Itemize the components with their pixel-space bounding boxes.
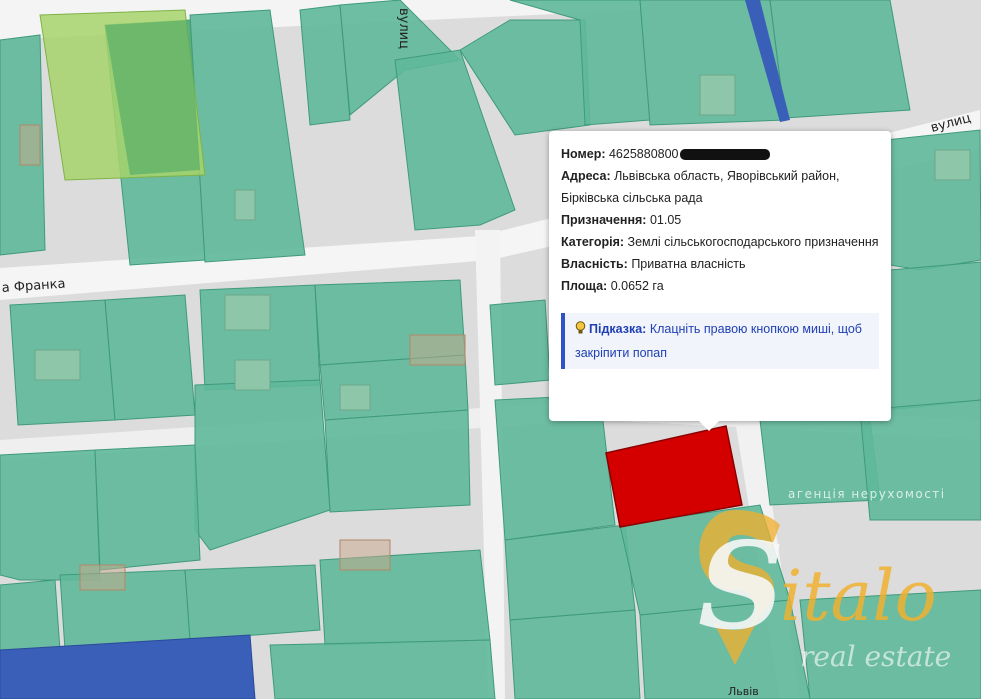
- parcel[interactable]: [184, 564, 321, 641]
- parcel[interactable]: [509, 609, 641, 699]
- parcel-info-popup[interactable]: Номер: 4625880800 Адреса: Львівська обла…: [549, 131, 891, 431]
- parcel[interactable]: [94, 444, 201, 571]
- ploshcha-label: Площа:: [561, 279, 608, 293]
- parcel[interactable]: [799, 589, 981, 699]
- hint-label: Підказка:: [589, 322, 647, 336]
- adresa-label: Адреса:: [561, 169, 611, 183]
- nomer-value: 4625880800: [608, 147, 679, 161]
- street-label-lviv: Львів: [728, 685, 759, 698]
- popup-row-pryznachennia: Призначення: 01.05: [561, 209, 879, 231]
- parcel[interactable]: [324, 409, 471, 513]
- parcel[interactable]: [889, 261, 981, 411]
- parcel[interactable]: [489, 299, 551, 386]
- lightbulb-icon: [575, 320, 586, 342]
- katehoriia-value: Землі сільськогосподарського призначення: [627, 235, 879, 249]
- parcel[interactable]: [639, 599, 811, 699]
- pryznachennia-label: Призначення:: [561, 213, 647, 227]
- parcel[interactable]: [769, 0, 911, 119]
- parcel[interactable]: [269, 639, 496, 699]
- parcel[interactable]: [504, 524, 636, 621]
- popup-row-ploshcha: Площа: 0.0652 га: [561, 275, 879, 297]
- popup-row-vlasnist: Власність: Приватна власність: [561, 253, 879, 275]
- pryznachennia-value: 01.05: [649, 213, 682, 227]
- katehoriia-label: Категорія:: [561, 235, 625, 249]
- vlasnist-value: Приватна власність: [631, 257, 746, 271]
- street-label-vertical: вулиц: [396, 8, 411, 49]
- parcel[interactable]: [0, 449, 101, 581]
- popup-row-nomer: Номер: 4625880800: [561, 143, 879, 165]
- popup-row-katehoriia: Категорія: Землі сільськогосподарського …: [561, 231, 879, 253]
- ploshcha-value: 0.0652 га: [610, 279, 664, 293]
- popup-hint: Підказка: Клацніть правою кнопкою миші, …: [561, 313, 879, 369]
- popup-row-adresa: Адреса: Львівська область, Яворівський р…: [561, 165, 879, 209]
- redaction-mark: [679, 149, 770, 161]
- parcel[interactable]: [0, 579, 61, 656]
- vlasnist-label: Власність:: [561, 257, 628, 271]
- nomer-label: Номер:: [561, 147, 606, 161]
- parcel[interactable]: [104, 294, 196, 421]
